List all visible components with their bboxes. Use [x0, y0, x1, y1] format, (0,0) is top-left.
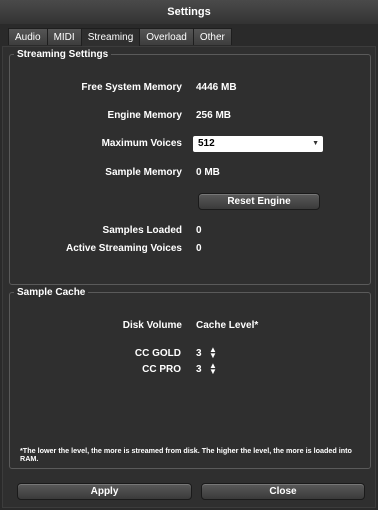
sample-memory-label: Sample Memory [105, 167, 182, 178]
streaming-settings-legend: Streaming Settings [17, 49, 109, 60]
tab-midi[interactable]: MIDI [46, 28, 82, 45]
tab-streaming[interactable]: Streaming [80, 28, 141, 46]
apply-button[interactable]: Apply [17, 483, 192, 500]
tab-other[interactable]: Other [192, 28, 232, 45]
tab-bar: Audio MIDI Streaming Overload Other [8, 28, 232, 46]
sample-cache-group: Sample Cache [9, 287, 371, 469]
max-voices-value: 512 [198, 138, 215, 149]
window-title: Settings [0, 0, 378, 24]
max-voices-label: Maximum Voices [101, 138, 182, 149]
max-voices-select[interactable]: 512 ▼ [193, 136, 323, 152]
cc-pro-label: CC PRO [142, 364, 181, 375]
close-button[interactable]: Close [201, 483, 365, 500]
cache-level-label: Cache Level* [196, 320, 259, 331]
free-memory-value: 4446 MB [196, 82, 237, 93]
cc-gold-label: CC GOLD [134, 348, 181, 359]
stepper-down-icon[interactable]: ▼ [209, 368, 217, 376]
cc-pro-value: 3 [196, 364, 202, 375]
stepper-down-icon[interactable]: ▼ [209, 352, 217, 360]
active-voices-value: 0 [196, 243, 202, 254]
tab-audio[interactable]: Audio [8, 28, 48, 45]
sample-memory-value: 0 MB [196, 167, 220, 178]
cache-footnote: *The lower the level, the more is stream… [20, 446, 352, 463]
samples-loaded-value: 0 [196, 225, 202, 236]
cc-gold-value: 3 [196, 348, 202, 359]
tab-overload[interactable]: Overload [139, 28, 194, 45]
engine-memory-label: Engine Memory [107, 110, 182, 121]
disk-volume-label: Disk Volume [122, 320, 182, 331]
active-voices-label: Active Streaming Voices [66, 243, 182, 254]
reset-engine-button[interactable]: Reset Engine [198, 193, 320, 210]
samples-loaded-label: Samples Loaded [102, 225, 182, 236]
engine-memory-value: 256 MB [196, 110, 232, 121]
cc-pro-stepper[interactable]: ▲ ▼ [209, 362, 217, 376]
settings-panel: Streaming Settings Free System Memory 44… [2, 46, 376, 508]
cc-gold-stepper[interactable]: ▲ ▼ [209, 346, 217, 360]
free-memory-label: Free System Memory [81, 82, 182, 93]
sample-cache-legend: Sample Cache [17, 287, 86, 298]
chevron-down-icon: ▼ [312, 140, 319, 147]
